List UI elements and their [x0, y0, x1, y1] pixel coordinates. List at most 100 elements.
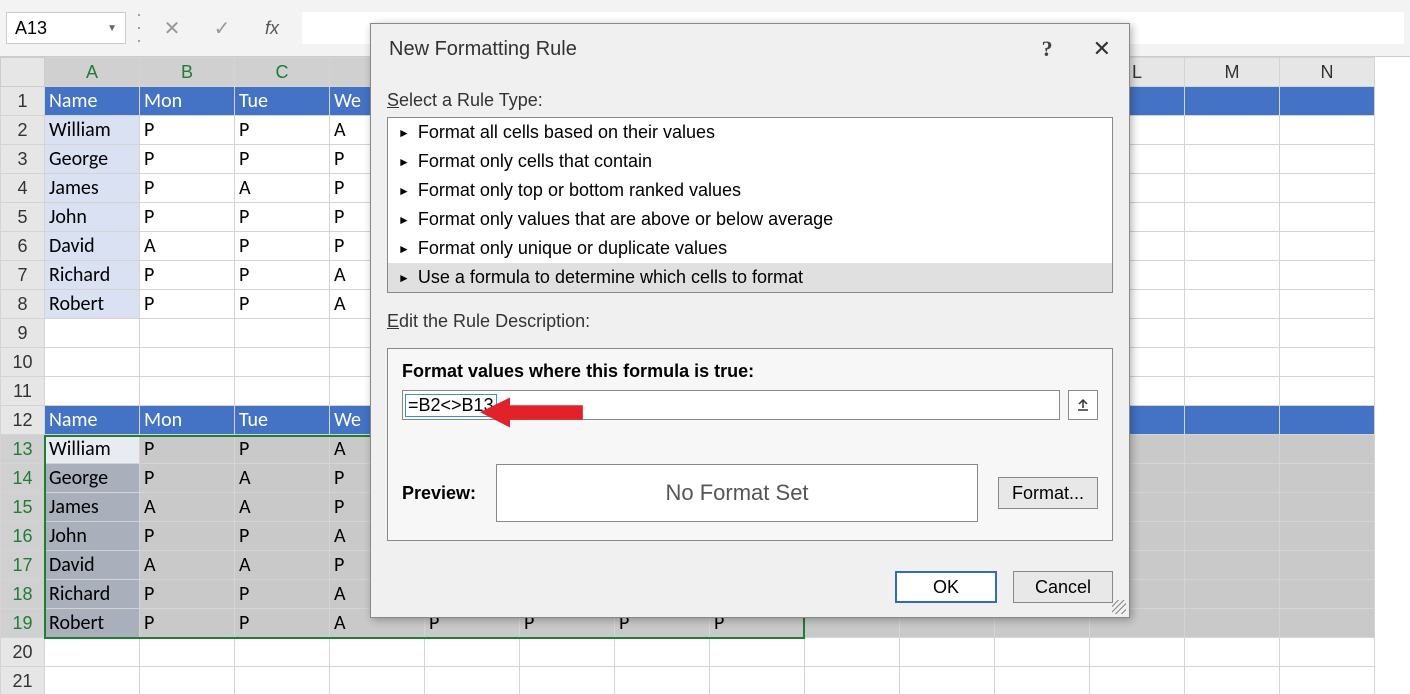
row-header[interactable]: 6: [1, 232, 45, 261]
cell[interactable]: David: [45, 551, 140, 580]
row-header[interactable]: 15: [1, 493, 45, 522]
cell[interactable]: Name: [45, 87, 140, 116]
cell[interactable]: P: [235, 145, 330, 174]
cell[interactable]: Tue: [235, 87, 330, 116]
cell[interactable]: P: [140, 464, 235, 493]
row-header[interactable]: 1: [1, 87, 45, 116]
row-header[interactable]: 11: [1, 377, 45, 406]
cell[interactable]: Tue: [235, 406, 330, 435]
cell[interactable]: P: [140, 580, 235, 609]
cell[interactable]: Name: [45, 406, 140, 435]
cell[interactable]: A: [235, 493, 330, 522]
cancel-button[interactable]: Cancel: [1013, 571, 1113, 603]
cell[interactable]: P: [235, 261, 330, 290]
col-header[interactable]: B: [140, 58, 235, 87]
resize-grip-icon[interactable]: [1112, 600, 1126, 614]
col-header[interactable]: C: [235, 58, 330, 87]
cell[interactable]: P: [140, 116, 235, 145]
cell[interactable]: P: [235, 203, 330, 232]
cell[interactable]: P: [235, 522, 330, 551]
cell[interactable]: George: [45, 464, 140, 493]
cell[interactable]: Richard: [45, 580, 140, 609]
cell[interactable]: James: [45, 174, 140, 203]
cell[interactable]: Mon: [140, 406, 235, 435]
row-header[interactable]: 9: [1, 319, 45, 348]
close-icon[interactable]: ✕: [1093, 36, 1111, 62]
cell[interactable]: A: [235, 174, 330, 203]
cell[interactable]: Robert: [45, 290, 140, 319]
cell[interactable]: P: [140, 609, 235, 638]
row-header[interactable]: 5: [1, 203, 45, 232]
cell[interactable]: John: [45, 203, 140, 232]
name-box[interactable]: A13 ▼: [6, 12, 126, 44]
ok-button[interactable]: OK: [895, 571, 997, 603]
row-header[interactable]: 16: [1, 522, 45, 551]
fx-icon[interactable]: fx: [252, 10, 292, 46]
cancel-formula-icon[interactable]: ✕: [152, 10, 192, 46]
rule-type-item[interactable]: ►Format only values that are above or be…: [388, 205, 1112, 234]
cell[interactable]: P: [235, 232, 330, 261]
row-header[interactable]: 3: [1, 145, 45, 174]
cell[interactable]: P: [140, 261, 235, 290]
formula-input-field[interactable]: =B2<>B13: [402, 390, 1060, 420]
dialog-titlebar[interactable]: New Formatting Rule ? ✕: [371, 24, 1129, 74]
cell[interactable]: Richard: [45, 261, 140, 290]
cell[interactable]: William: [45, 435, 140, 464]
rule-type-item[interactable]: ►Format only top or bottom ranked values: [388, 176, 1112, 205]
cell[interactable]: David: [45, 232, 140, 261]
row-header[interactable]: 13: [1, 435, 45, 464]
row-header[interactable]: 2: [1, 116, 45, 145]
rule-type-list[interactable]: ►Format all cells based on their values …: [387, 117, 1113, 293]
bullet-icon: ►: [398, 126, 410, 140]
cell[interactable]: P: [235, 609, 330, 638]
accept-formula-icon[interactable]: ✓: [202, 10, 242, 46]
col-header[interactable]: N: [1280, 58, 1375, 87]
bullet-icon: ►: [398, 271, 410, 285]
rule-type-item[interactable]: ►Format all cells based on their values: [388, 118, 1112, 147]
cell[interactable]: P: [235, 290, 330, 319]
row-header[interactable]: 7: [1, 261, 45, 290]
dropdown-icon[interactable]: ▼: [107, 23, 117, 34]
cell[interactable]: William: [45, 116, 140, 145]
row-header[interactable]: 17: [1, 551, 45, 580]
cell[interactable]: A: [235, 464, 330, 493]
row-header[interactable]: 10: [1, 348, 45, 377]
row-header[interactable]: 18: [1, 580, 45, 609]
rule-type-item[interactable]: ►Format only cells that contain: [388, 147, 1112, 176]
row-header[interactable]: 14: [1, 464, 45, 493]
row-header[interactable]: 4: [1, 174, 45, 203]
name-box-value: A13: [15, 18, 47, 39]
cell[interactable]: P: [140, 290, 235, 319]
cell[interactable]: P: [235, 580, 330, 609]
cell[interactable]: George: [45, 145, 140, 174]
format-button[interactable]: Format...: [998, 477, 1098, 509]
cell[interactable]: James: [45, 493, 140, 522]
cell[interactable]: A: [140, 493, 235, 522]
cell[interactable]: John: [45, 522, 140, 551]
cell[interactable]: P: [235, 435, 330, 464]
cell[interactable]: P: [235, 116, 330, 145]
help-icon[interactable]: ?: [1042, 36, 1053, 62]
new-formatting-rule-dialog: New Formatting Rule ? ✕ Select a Rule Ty…: [370, 23, 1130, 618]
row-header[interactable]: 21: [1, 667, 45, 694]
cell[interactable]: P: [140, 145, 235, 174]
rule-type-item[interactable]: ►Format only unique or duplicate values: [388, 234, 1112, 263]
cell[interactable]: A: [140, 551, 235, 580]
cell[interactable]: P: [140, 435, 235, 464]
col-header[interactable]: A: [45, 58, 140, 87]
row-header[interactable]: 12: [1, 406, 45, 435]
row-header[interactable]: 20: [1, 638, 45, 667]
row-header[interactable]: 19: [1, 609, 45, 638]
cell[interactable]: A: [140, 232, 235, 261]
cell[interactable]: P: [140, 522, 235, 551]
row-header[interactable]: 8: [1, 290, 45, 319]
collapse-range-icon[interactable]: [1068, 390, 1098, 420]
select-all-corner[interactable]: [1, 58, 45, 87]
rule-type-item[interactable]: ►Use a formula to determine which cells …: [388, 263, 1112, 292]
cell[interactable]: Robert: [45, 609, 140, 638]
cell[interactable]: P: [140, 203, 235, 232]
cell[interactable]: A: [235, 551, 330, 580]
col-header[interactable]: M: [1185, 58, 1280, 87]
cell[interactable]: P: [140, 174, 235, 203]
cell[interactable]: Mon: [140, 87, 235, 116]
